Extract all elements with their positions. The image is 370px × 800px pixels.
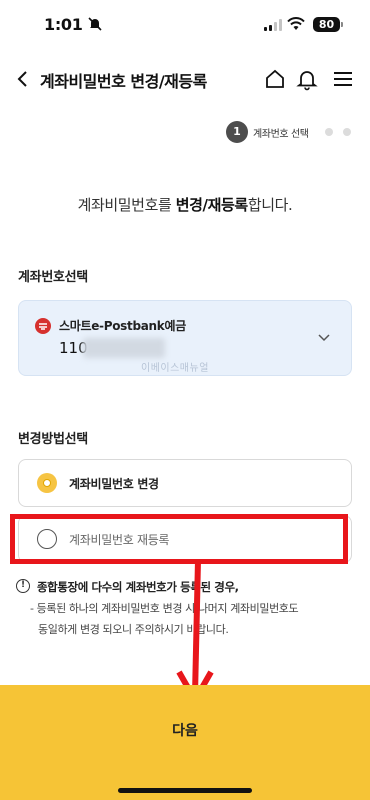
status-bar: 1:01 80 — [0, 0, 370, 50]
masked-account-digits — [83, 338, 165, 358]
step-dot — [343, 128, 351, 136]
bank-logo — [35, 318, 51, 334]
status-time: 1:01 — [44, 15, 83, 34]
back-icon[interactable] — [12, 65, 36, 93]
account-section-title: 계좌번호선택 — [18, 270, 88, 285]
headline-prefix: 계좌비밀번호를 — [77, 196, 176, 214]
battery-tip — [341, 22, 343, 27]
home-indicator — [118, 788, 252, 793]
headline: 계좌비밀번호를 변경/재등록합니다. — [0, 194, 370, 215]
chevron-down-icon — [318, 334, 330, 342]
account-name: 스마트e-Postbank예금 — [59, 319, 186, 333]
radio-selected[interactable] — [37, 473, 57, 493]
option-change-password[interactable]: 계좌비밀번호 변경 — [18, 459, 352, 507]
account-select[interactable]: 스마트e-Postbank예금 110 이베이스매뉴얼 — [18, 300, 352, 376]
step-indicator: 1 계좌번호 선택 — [226, 121, 309, 143]
headline-suffix: 합니다. — [247, 196, 293, 214]
info-icon: ! — [16, 579, 30, 593]
next-button-label: 다음 — [172, 722, 198, 738]
menu-icon[interactable] — [330, 66, 356, 92]
app-header: 계좌비밀번호 변경/재등록 — [0, 55, 370, 103]
highlight-box — [10, 514, 348, 564]
method-section-title: 변경방법선택 — [18, 432, 88, 447]
signal-icon — [264, 19, 282, 31]
step-dot — [325, 128, 333, 136]
wifi-icon — [287, 17, 305, 30]
muted-bell-icon — [88, 17, 102, 31]
page-title: 계좌비밀번호 변경/재등록 — [40, 72, 207, 91]
watermark: 이베이스매뉴얼 — [141, 363, 209, 374]
bell-icon[interactable] — [294, 66, 320, 92]
battery-icon: 80 — [313, 17, 340, 32]
step-number: 1 — [226, 121, 248, 143]
home-icon[interactable] — [262, 66, 288, 92]
headline-emphasis: 변경/재등록 — [175, 196, 248, 214]
next-button[interactable]: 다음 — [0, 685, 370, 800]
step-label: 계좌번호 선택 — [253, 128, 309, 140]
option-label: 계좌비밀번호 변경 — [69, 477, 159, 491]
